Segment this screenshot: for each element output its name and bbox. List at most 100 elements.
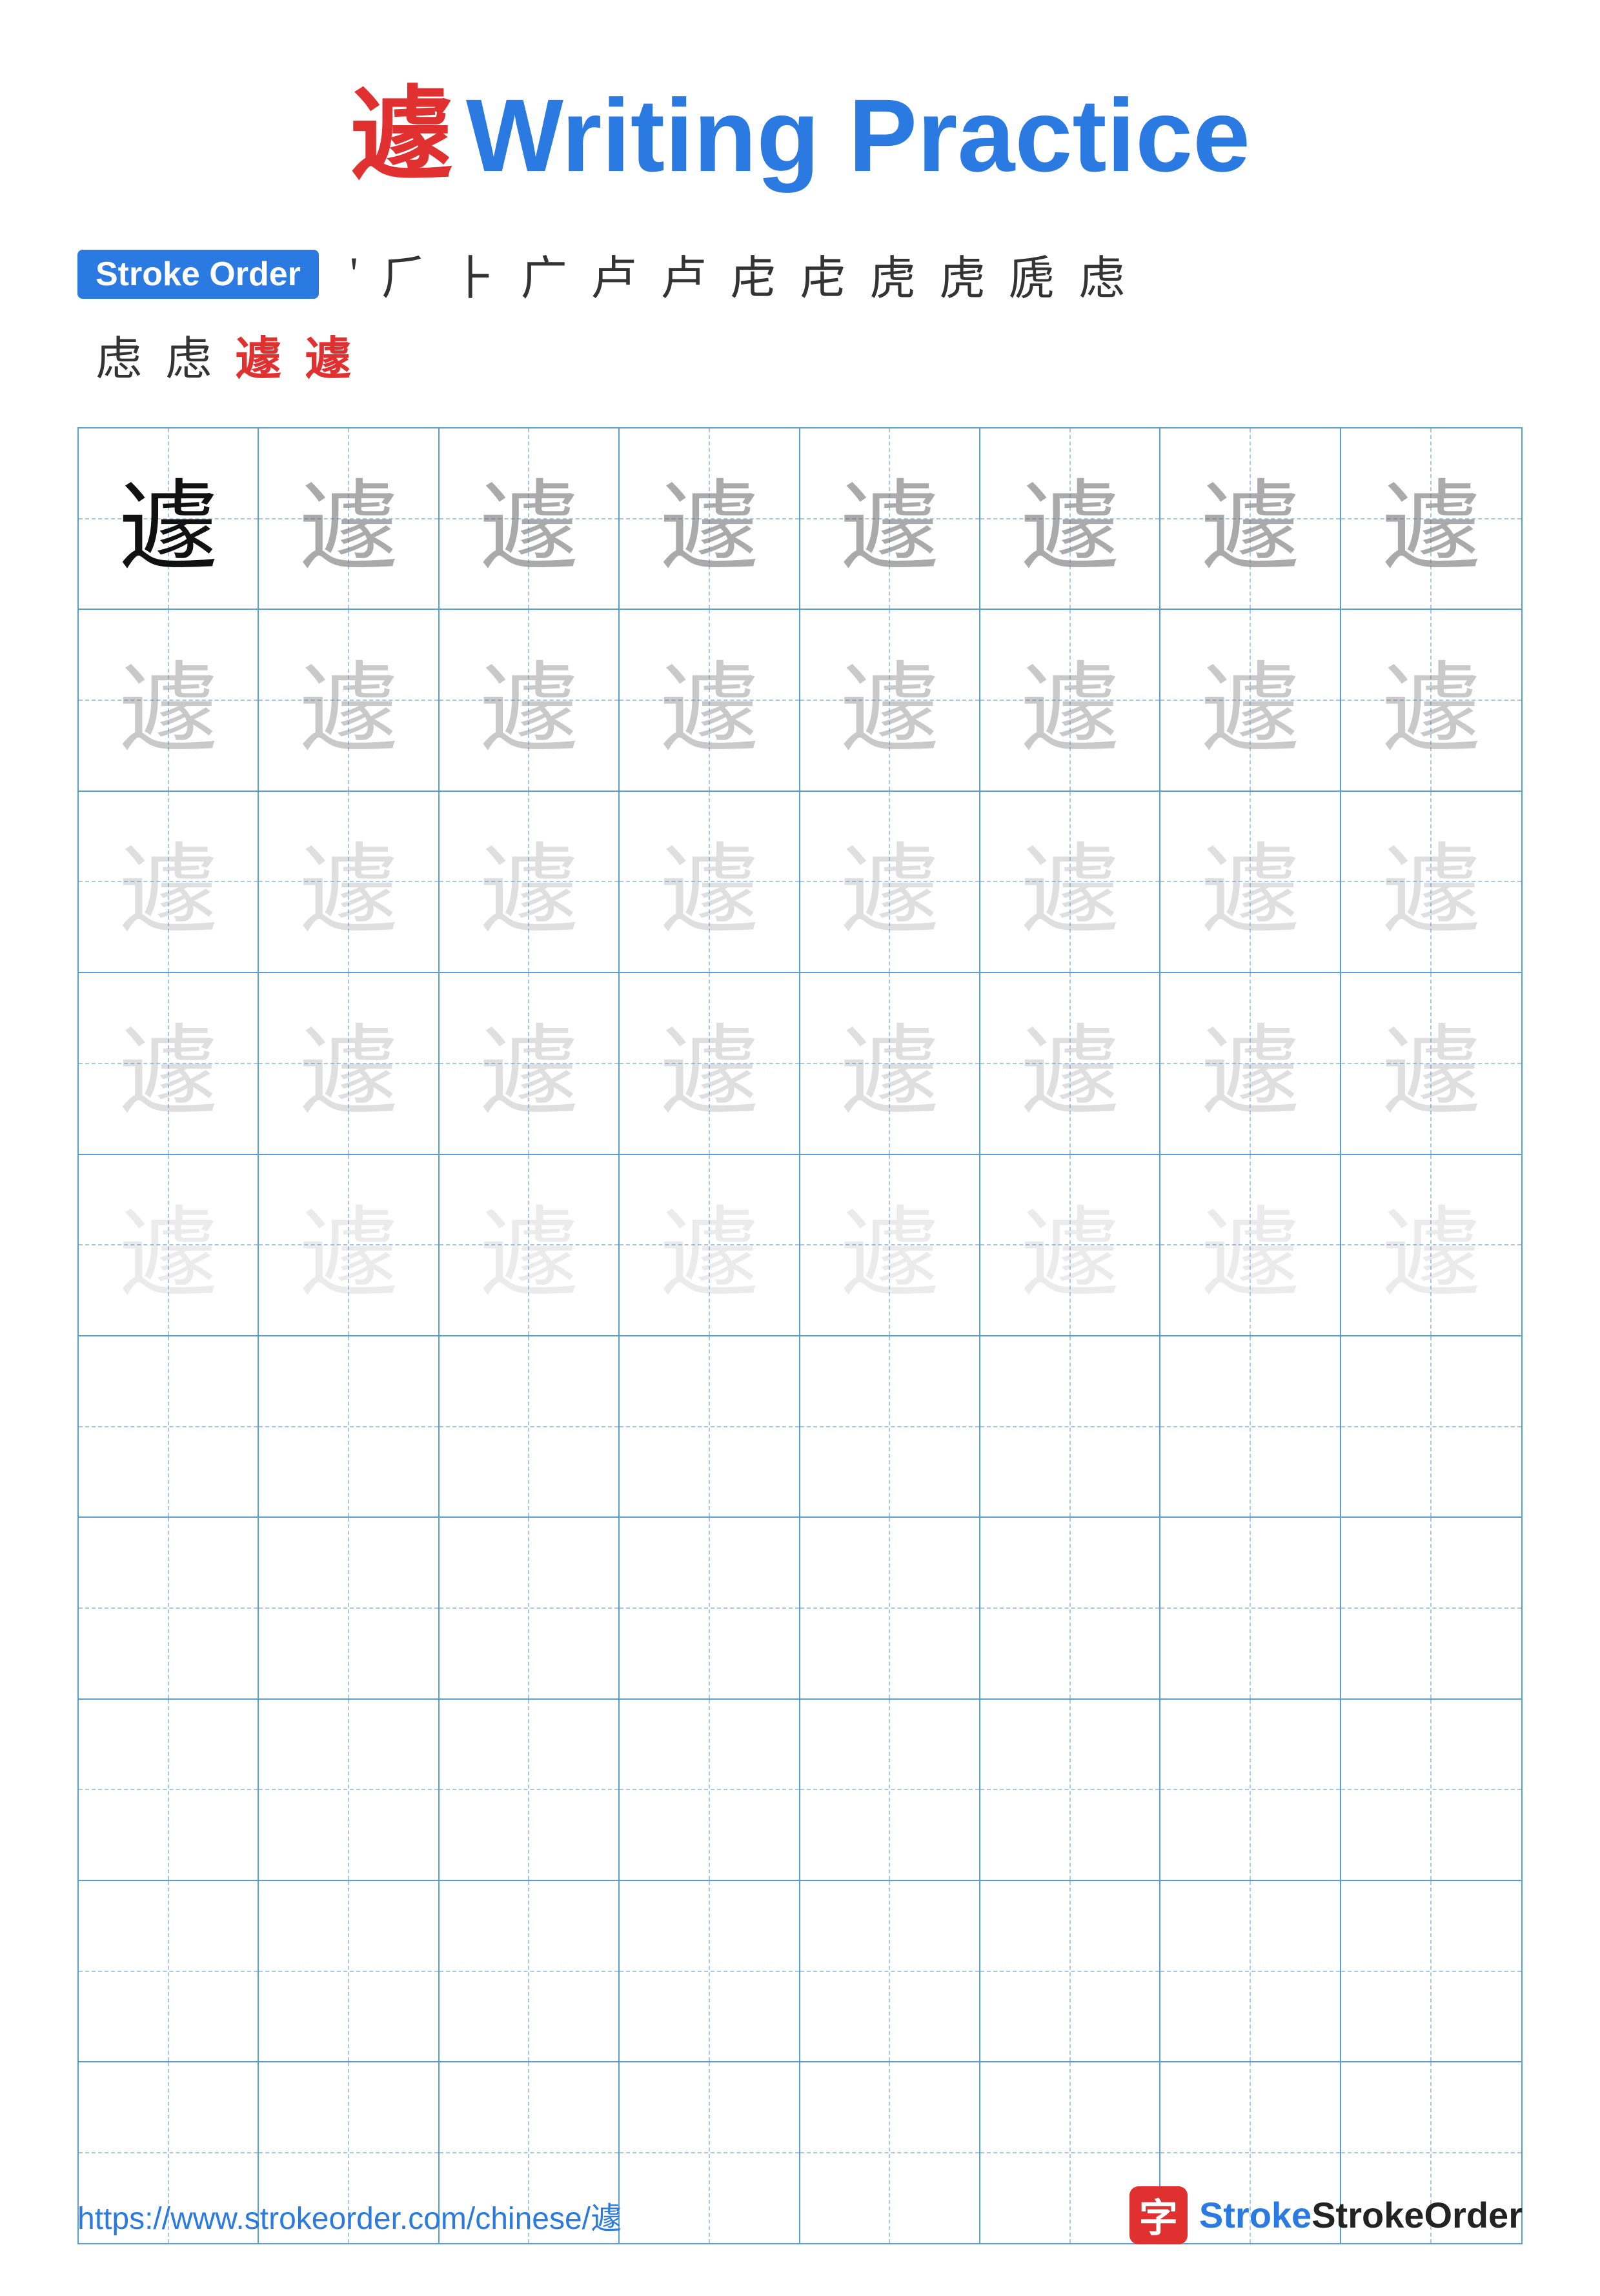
practice-char-guide: 遽 xyxy=(659,991,759,1136)
grid-cell-6-5[interactable] xyxy=(800,1336,980,1516)
grid-cell-7-3[interactable] xyxy=(440,1518,620,1698)
footer-brand-name: StrokeStrokeOrder xyxy=(1199,2194,1523,2236)
grid-cell-5-8[interactable]: 遽 xyxy=(1341,1155,1521,1335)
grid-cell-3-5[interactable]: 遽 xyxy=(800,792,980,972)
practice-char-guide: 遽 xyxy=(1020,1173,1120,1318)
practice-char-guide: 遽 xyxy=(299,628,399,773)
grid-cell-5-1[interactable]: 遽 xyxy=(79,1155,259,1335)
grid-cell-2-4[interactable]: 遽 xyxy=(620,610,800,790)
grid-cell-6-4[interactable] xyxy=(620,1336,800,1516)
grid-cell-9-4[interactable] xyxy=(620,1881,800,2061)
grid-cell-6-7[interactable] xyxy=(1160,1336,1341,1516)
grid-cell-6-2[interactable] xyxy=(259,1336,439,1516)
grid-cell-1-8[interactable]: 遽 xyxy=(1341,428,1521,609)
grid-cell-3-6[interactable]: 遽 xyxy=(980,792,1160,972)
grid-cell-5-2[interactable]: 遽 xyxy=(259,1155,439,1335)
grid-cell-4-6[interactable]: 遽 xyxy=(980,973,1160,1153)
grid-cell-1-1[interactable]: 遽 xyxy=(79,428,259,609)
practice-char-guide: 遽 xyxy=(479,446,579,591)
grid-cell-3-1[interactable]: 遽 xyxy=(79,792,259,972)
stroke-sequence-row1: ' ⺁ ⺊ 广 卢 卢 虍 虍 虎 虎 虒 虑 xyxy=(338,240,1137,308)
grid-cell-8-5[interactable] xyxy=(800,1700,980,1880)
grid-cell-4-3[interactable]: 遽 xyxy=(440,973,620,1153)
grid-cell-3-2[interactable]: 遽 xyxy=(259,792,439,972)
grid-cell-6-8[interactable] xyxy=(1341,1336,1521,1516)
grid-cell-5-4[interactable]: 遽 xyxy=(620,1155,800,1335)
grid-cell-2-6[interactable]: 遽 xyxy=(980,610,1160,790)
grid-cell-6-3[interactable] xyxy=(440,1336,620,1516)
grid-cell-1-6[interactable]: 遽 xyxy=(980,428,1160,609)
grid-cell-2-3[interactable]: 遽 xyxy=(440,610,620,790)
grid-cell-1-7[interactable]: 遽 xyxy=(1160,428,1341,609)
grid-cell-9-2[interactable] xyxy=(259,1881,439,2061)
grid-cell-8-6[interactable] xyxy=(980,1700,1160,1880)
grid-row-5: 遽 遽 遽 遽 遽 遽 遽 遽 xyxy=(79,1155,1521,1336)
stroke-step-13: 虑 xyxy=(84,321,154,388)
grid-cell-7-6[interactable] xyxy=(980,1518,1160,1698)
grid-cell-6-6[interactable] xyxy=(980,1336,1160,1516)
grid-cell-9-1[interactable] xyxy=(79,1881,259,2061)
footer: https://www.strokeorder.com/chinese/遽 字 … xyxy=(0,2186,1600,2244)
grid-cell-8-4[interactable] xyxy=(620,1700,800,1880)
grid-cell-2-5[interactable]: 遽 xyxy=(800,610,980,790)
footer-url[interactable]: https://www.strokeorder.com/chinese/遽 xyxy=(77,2193,622,2238)
stroke-step-12: 虑 xyxy=(1067,240,1137,308)
stroke-order-row1: Stroke Order ' ⺁ ⺊ 广 卢 卢 虍 虍 虎 虎 虒 虑 xyxy=(77,240,1523,308)
grid-cell-3-4[interactable]: 遽 xyxy=(620,792,800,972)
grid-cell-7-1[interactable] xyxy=(79,1518,259,1698)
grid-cell-3-8[interactable]: 遽 xyxy=(1341,792,1521,972)
practice-char-guide: 遽 xyxy=(299,446,399,591)
grid-cell-9-8[interactable] xyxy=(1341,1881,1521,2061)
grid-cell-1-3[interactable]: 遽 xyxy=(440,428,620,609)
grid-cell-5-6[interactable]: 遽 xyxy=(980,1155,1160,1335)
grid-row-4: 遽 遽 遽 遽 遽 遽 遽 遽 xyxy=(79,973,1521,1154)
grid-cell-7-4[interactable] xyxy=(620,1518,800,1698)
grid-cell-1-5[interactable]: 遽 xyxy=(800,428,980,609)
practice-char-guide: 遽 xyxy=(840,991,940,1136)
grid-cell-2-8[interactable]: 遽 xyxy=(1341,610,1521,790)
practice-char-guide: 遽 xyxy=(840,446,940,591)
grid-row-2: 遽 遽 遽 遽 遽 遽 遽 遽 xyxy=(79,610,1521,791)
grid-cell-7-8[interactable] xyxy=(1341,1518,1521,1698)
grid-cell-4-8[interactable]: 遽 xyxy=(1341,973,1521,1153)
grid-cell-6-1[interactable] xyxy=(79,1336,259,1516)
grid-cell-8-2[interactable] xyxy=(259,1700,439,1880)
grid-cell-4-1[interactable]: 遽 xyxy=(79,973,259,1153)
grid-row-8 xyxy=(79,1700,1521,1881)
page-title: 遽Writing Practice xyxy=(350,52,1250,201)
practice-char-guide: 遽 xyxy=(1200,446,1300,591)
grid-cell-3-3[interactable]: 遽 xyxy=(440,792,620,972)
practice-char-guide: 遽 xyxy=(659,809,759,954)
grid-cell-8-3[interactable] xyxy=(440,1700,620,1880)
grid-cell-7-2[interactable] xyxy=(259,1518,439,1698)
grid-cell-4-4[interactable]: 遽 xyxy=(620,973,800,1153)
grid-cell-4-2[interactable]: 遽 xyxy=(259,973,439,1153)
grid-cell-8-1[interactable] xyxy=(79,1700,259,1880)
practice-char-guide: 遽 xyxy=(1020,628,1120,773)
stroke-step-10: 虎 xyxy=(927,240,997,308)
practice-char-guide: 遽 xyxy=(659,628,759,773)
grid-cell-7-7[interactable] xyxy=(1160,1518,1341,1698)
grid-cell-5-3[interactable]: 遽 xyxy=(440,1155,620,1335)
grid-cell-8-8[interactable] xyxy=(1341,1700,1521,1880)
stroke-step-6: 卢 xyxy=(649,240,718,308)
grid-cell-5-7[interactable]: 遽 xyxy=(1160,1155,1341,1335)
grid-cell-1-2[interactable]: 遽 xyxy=(259,428,439,609)
grid-cell-4-7[interactable]: 遽 xyxy=(1160,973,1341,1153)
grid-cell-9-3[interactable] xyxy=(440,1881,620,2061)
grid-cell-9-6[interactable] xyxy=(980,1881,1160,2061)
grid-cell-1-4[interactable]: 遽 xyxy=(620,428,800,609)
practice-char-guide: 遽 xyxy=(1381,628,1481,773)
grid-cell-2-7[interactable]: 遽 xyxy=(1160,610,1341,790)
grid-cell-2-2[interactable]: 遽 xyxy=(259,610,439,790)
grid-cell-4-5[interactable]: 遽 xyxy=(800,973,980,1153)
grid-cell-2-1[interactable]: 遽 xyxy=(79,610,259,790)
practice-char-guide: 遽 xyxy=(1381,446,1481,591)
grid-cell-9-7[interactable] xyxy=(1160,1881,1341,2061)
grid-cell-7-5[interactable] xyxy=(800,1518,980,1698)
grid-cell-9-5[interactable] xyxy=(800,1881,980,2061)
grid-cell-8-7[interactable] xyxy=(1160,1700,1341,1880)
stroke-order-badge: Stroke Order xyxy=(77,250,319,299)
grid-cell-5-5[interactable]: 遽 xyxy=(800,1155,980,1335)
grid-cell-3-7[interactable]: 遽 xyxy=(1160,792,1341,972)
